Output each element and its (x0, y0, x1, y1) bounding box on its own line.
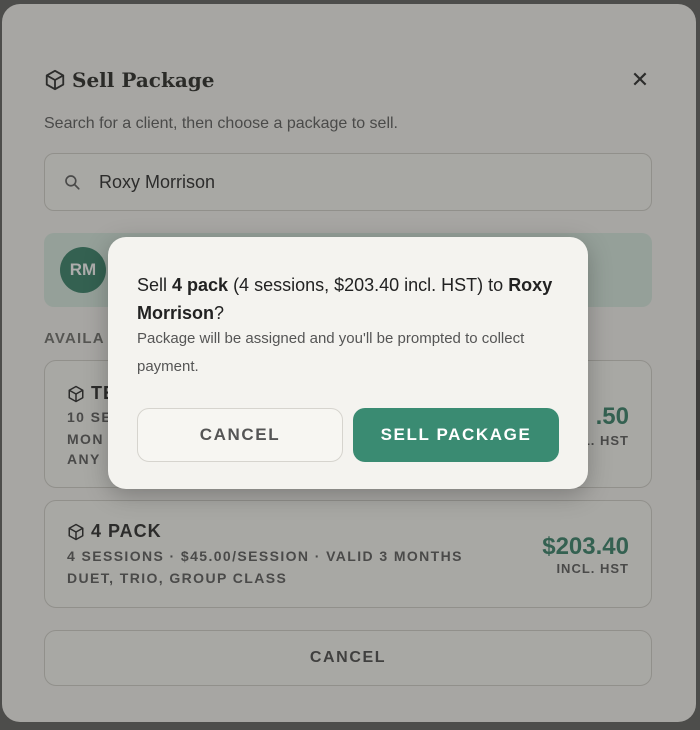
confirm-prefix: Sell (137, 275, 173, 295)
confirm-subtext: Package will be assigned and you'll be p… (137, 330, 525, 375)
confirm-suffix: ? (214, 303, 225, 323)
confirm-package-name: 4 pack (172, 275, 229, 295)
confirm-middle: (4 sessions, $203.40 incl. HST) to (228, 275, 509, 295)
confirm-cancel-button[interactable]: CANCEL (137, 408, 343, 462)
sell-package-button[interactable]: SELL PACKAGE (353, 408, 559, 462)
confirm-message: Sell 4 pack (4 sessions, $203.40 incl. H… (137, 271, 567, 327)
confirm-dialog: Sell 4 pack (4 sessions, $203.40 incl. H… (108, 237, 588, 489)
